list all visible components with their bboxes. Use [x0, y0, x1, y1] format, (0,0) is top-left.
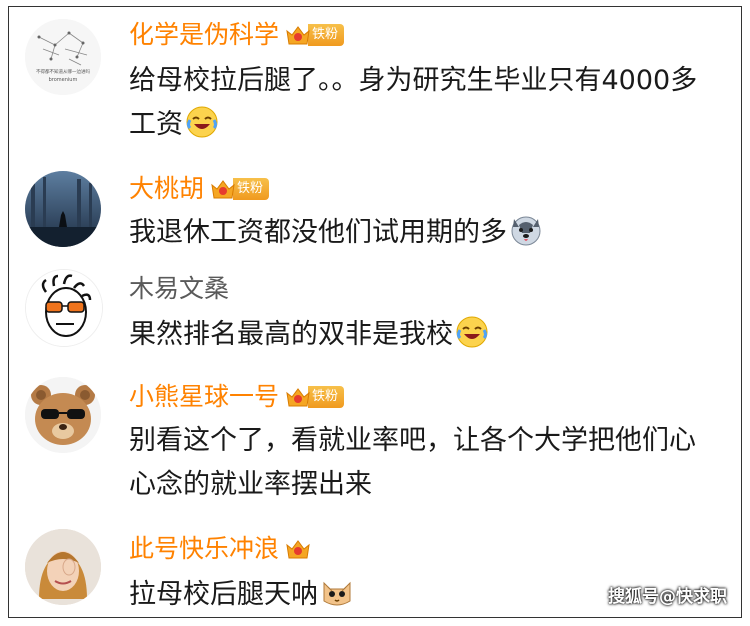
username[interactable]: 小熊星球一号 [129, 381, 279, 413]
crown-icon [210, 177, 236, 201]
badge-label: 铁粉 [308, 386, 345, 408]
username-row: 木易文桑 [129, 273, 229, 305]
cartoon-face-avatar[interactable] [25, 269, 103, 347]
fan-badge: 铁粉 [285, 23, 345, 47]
crown-icon [285, 23, 311, 47]
wolf-forest-avatar[interactable] [25, 171, 101, 247]
laugh-cry-emoji-icon [185, 105, 219, 139]
username[interactable]: 木易文桑 [129, 273, 229, 305]
comment-text: 别看这个了，看就业率吧，让各个大学把他们心心念的就业率摆出来 [129, 419, 704, 507]
avatar-caption-name: bromenium [49, 77, 78, 83]
badge-label: 铁粉 [308, 24, 345, 46]
husky-emoji-icon [509, 213, 543, 247]
comment-list: 不得都不知道从哪一边进吗 bromenium 化学是伪科学 铁粉 给母校拉后腿了… [8, 6, 742, 618]
avatar-caption: 不得都不知道从哪一边进吗 [36, 68, 90, 75]
laugh-cry-emoji-icon [455, 315, 489, 349]
girl-photo-avatar[interactable] [25, 529, 101, 605]
crown-icon [285, 537, 311, 561]
comment-text: 果然排名最高的双非是我校 [129, 313, 719, 357]
username[interactable]: 化学是伪科学 [129, 19, 279, 51]
username[interactable]: 大桃胡 [129, 173, 204, 205]
level-badge [285, 537, 311, 561]
comment-body: 拉母校后腿天呐 [129, 579, 318, 610]
comment-body: 别看这个了，看就业率吧，让各个大学把他们心心念的就业率摆出来 [129, 425, 696, 500]
watermark: 搜狐号@快求职 [608, 587, 727, 607]
teddy-bear-avatar[interactable] [25, 377, 101, 453]
username-row: 小熊星球一号 铁粉 [129, 381, 345, 413]
fan-badge: 铁粉 [210, 177, 270, 201]
cat-emoji-icon [320, 575, 354, 609]
sketch-avatar[interactable]: 不得都不知道从哪一边进吗 bromenium [25, 19, 101, 95]
fan-badge: 铁粉 [285, 385, 345, 409]
username-row: 此号快乐冲浪 [129, 533, 311, 565]
comment-text: 我退休工资都没他们试用期的多 [129, 211, 719, 255]
username[interactable]: 此号快乐冲浪 [129, 533, 279, 565]
comment-text: 给母校拉后腿了。。身为研究生毕业只有4000多工资 [129, 59, 719, 147]
badge-label: 铁粉 [233, 178, 270, 200]
crown-icon [285, 385, 311, 409]
comment-body: 我退休工资都没他们试用期的多 [129, 217, 507, 248]
comment-body: 果然排名最高的双非是我校 [129, 319, 453, 350]
username-row: 化学是伪科学 铁粉 [129, 19, 345, 51]
username-row: 大桃胡 铁粉 [129, 173, 270, 205]
